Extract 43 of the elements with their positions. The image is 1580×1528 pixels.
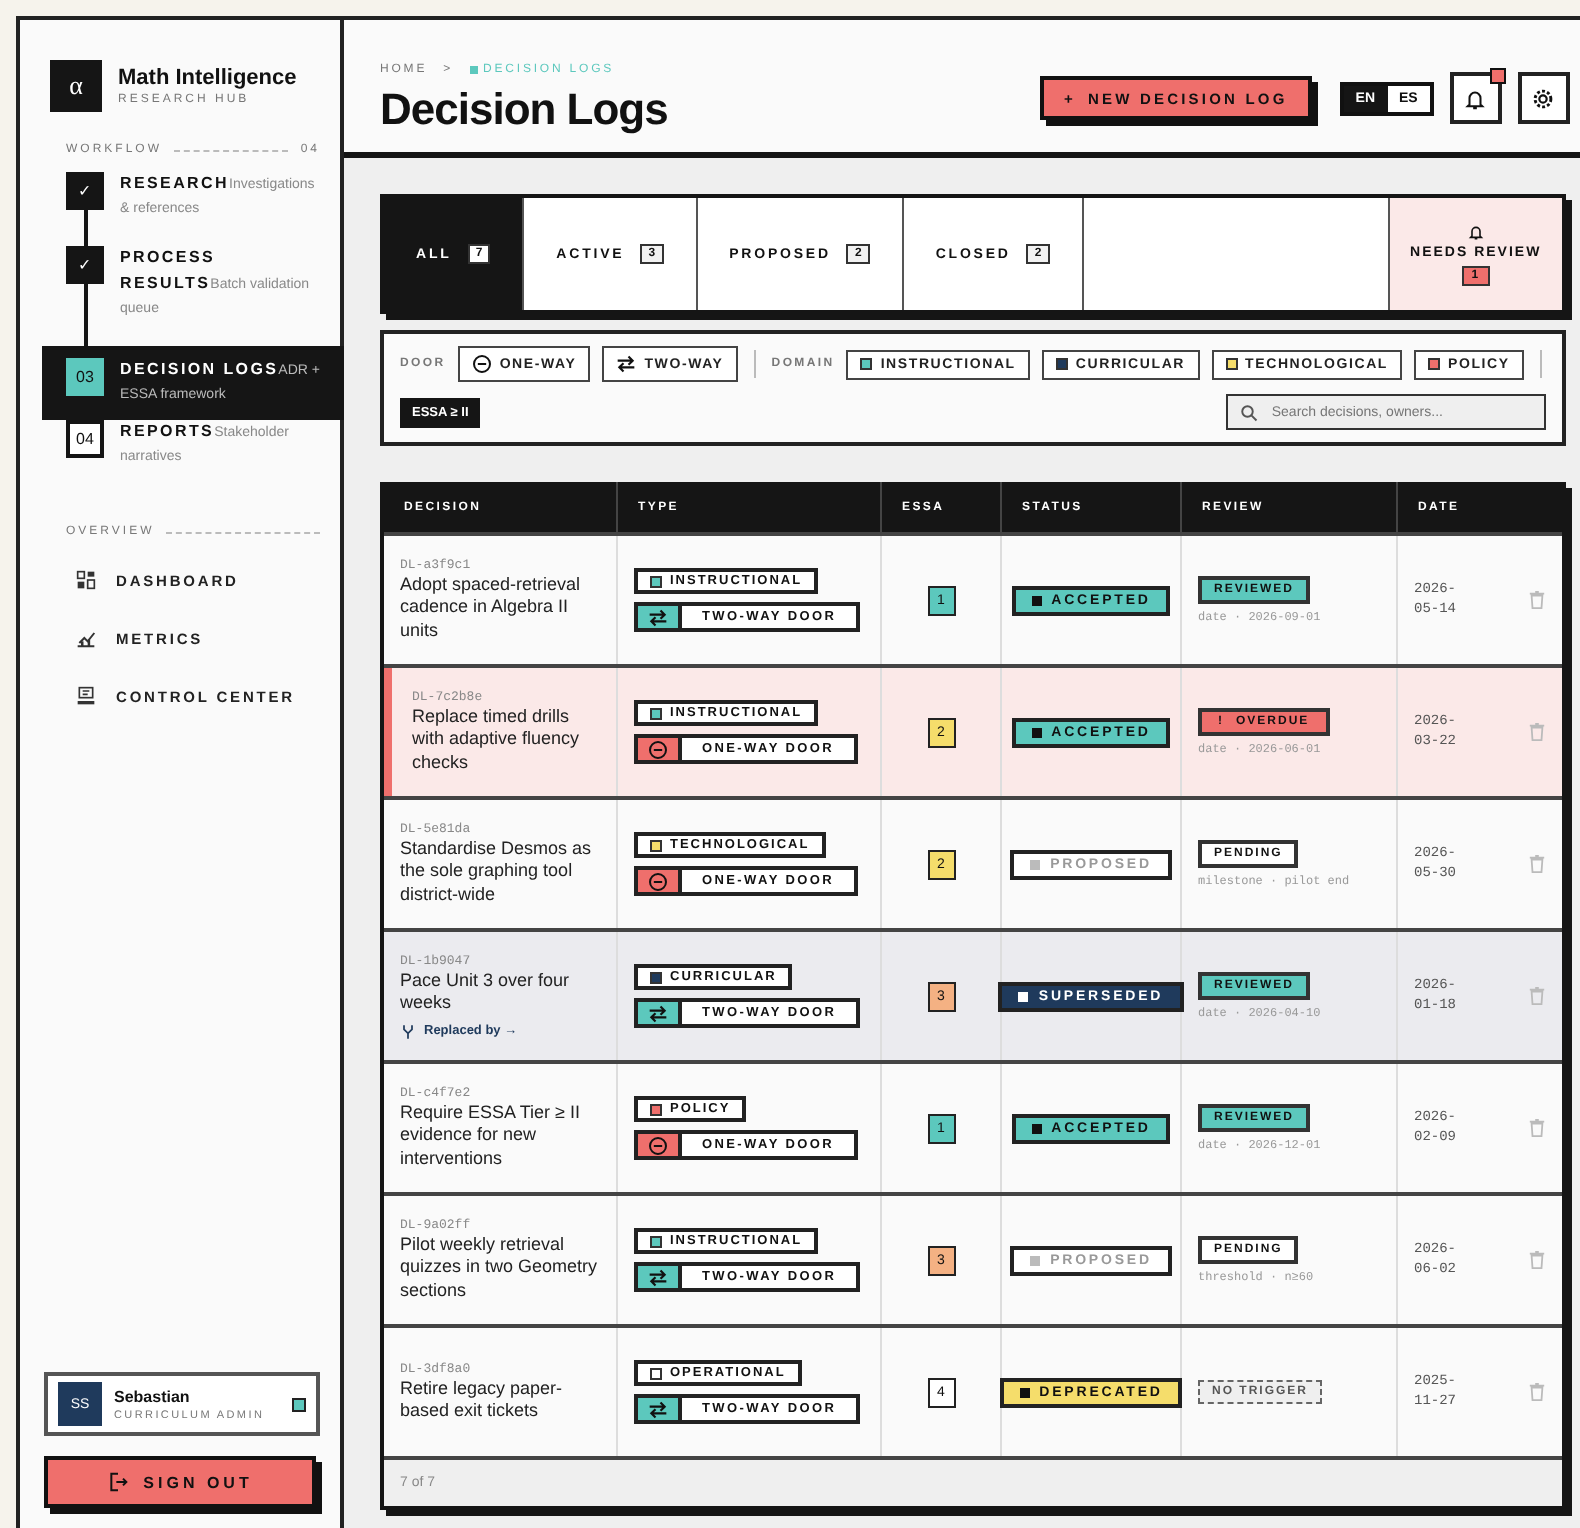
minus-circle-icon bbox=[471, 354, 492, 374]
trash-icon[interactable] bbox=[1527, 1250, 1546, 1270]
trash-icon[interactable] bbox=[1527, 854, 1546, 874]
step-marker: ✓ bbox=[66, 246, 104, 284]
minus-circle-icon bbox=[648, 1135, 668, 1155]
decision-title: Adopt spaced-retrieval cadence in Algebra II units bbox=[400, 573, 583, 643]
minus-circle-icon bbox=[648, 739, 668, 759]
step-marker: 03 bbox=[66, 358, 104, 396]
decision-title: Standardise Desmos as the sole graphing tool district-wide bbox=[400, 837, 594, 907]
decision-title: Retire legacy paper-based exit tickets bbox=[400, 1377, 565, 1423]
brand-name: Math Intelligence bbox=[118, 66, 297, 90]
search-icon bbox=[1239, 403, 1258, 421]
chart-icon bbox=[76, 628, 96, 648]
step-marker: 04 bbox=[66, 420, 104, 458]
trash-icon[interactable] bbox=[1527, 1118, 1546, 1138]
trash-icon[interactable] bbox=[1527, 1382, 1546, 1402]
bell-icon bbox=[1467, 223, 1484, 239]
step-marker: ✓ bbox=[66, 172, 104, 210]
trash-icon[interactable] bbox=[1527, 590, 1546, 610]
user-name: Sebastian bbox=[114, 1387, 192, 1405]
settings-button[interactable] bbox=[1517, 72, 1570, 124]
bell-icon bbox=[1464, 87, 1487, 109]
logout-icon bbox=[107, 1472, 128, 1492]
settings-icon bbox=[1532, 87, 1555, 109]
swap-arrows-icon bbox=[648, 1267, 668, 1287]
decision-title: Require ESSA Tier ≥ II evidence for new interventions bbox=[400, 1101, 582, 1171]
decision-title: Replace timed drills with adaptive fluency checks bbox=[412, 705, 582, 775]
swap-arrows-icon bbox=[648, 607, 668, 627]
fork-icon bbox=[400, 1023, 416, 1039]
decision-title: Pace Unit 3 over four weeks bbox=[400, 969, 572, 1015]
decision-title: Pilot weekly retrieval quizzes in two Geometry sections bbox=[400, 1233, 600, 1303]
terminal-icon bbox=[76, 686, 96, 706]
minus-circle-icon bbox=[648, 871, 668, 891]
swap-arrows-icon bbox=[648, 1399, 668, 1419]
swap-arrows-icon bbox=[616, 354, 637, 374]
swap-arrows-icon bbox=[648, 1003, 668, 1023]
brand-logo: α bbox=[50, 60, 102, 112]
dashboard-icon bbox=[76, 570, 96, 590]
trash-icon[interactable] bbox=[1527, 986, 1546, 1006]
notifications-button[interactable] bbox=[1449, 72, 1502, 124]
sign-out-button[interactable]: SIGN OUT bbox=[44, 1456, 316, 1508]
trash-icon[interactable] bbox=[1527, 722, 1546, 742]
page-title: Decision Logs bbox=[380, 84, 668, 136]
